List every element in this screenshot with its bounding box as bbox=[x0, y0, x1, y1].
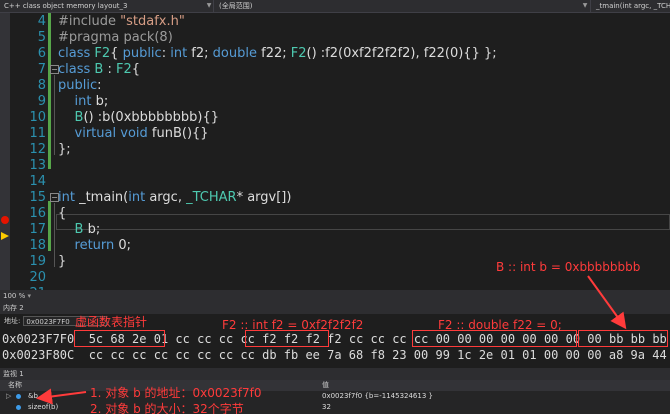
code-line: int b; bbox=[74, 94, 109, 109]
line-number: 8 bbox=[37, 78, 46, 93]
code-line: int _tmain(int argc, _TCHAR* argv[]) bbox=[58, 190, 292, 205]
size-note: 2. 对象 b 的大小：32个字节 bbox=[90, 402, 244, 414]
breakpoint-icon[interactable] bbox=[1, 216, 9, 224]
change-indicator bbox=[48, 13, 51, 169]
watch-name: sizeof(b) bbox=[28, 403, 59, 411]
line-number: 6 bbox=[37, 46, 46, 61]
f22-box bbox=[412, 330, 577, 347]
code-line: B() :b(0xbbbbbbbb){} bbox=[74, 110, 220, 125]
code-line: virtual void funB(){} bbox=[74, 126, 209, 141]
code-line: #pragma pack(8) bbox=[58, 30, 173, 45]
f2-box bbox=[245, 330, 329, 347]
vptr-annotation: 虚函数表指针 bbox=[75, 315, 148, 329]
line-number: 20 bbox=[29, 270, 46, 285]
bytes-padding: cc cc cc cc bbox=[175, 332, 255, 346]
column-header-value[interactable]: 值 bbox=[322, 380, 329, 391]
code-line: class B : F2{ bbox=[58, 62, 141, 77]
code-line: return 0; bbox=[74, 238, 132, 253]
line-number: 12 bbox=[29, 142, 46, 157]
project-name: C++ class object memory layout_3 bbox=[4, 2, 128, 10]
line-number: 17 bbox=[29, 222, 46, 237]
memory-row: 0x0023F80C cc cc cc cc cc cc cc cc db fb… bbox=[2, 348, 670, 362]
row-address: 0x0023F7F0 bbox=[2, 332, 75, 346]
watch-name: &b bbox=[28, 392, 38, 400]
line-number: 9 bbox=[37, 94, 46, 109]
address-note: 1. 对象 b 的地址：0x0023f7f0 bbox=[90, 386, 262, 400]
chevron-down-icon[interactable]: ▼ bbox=[204, 0, 214, 12]
f2-annotation: F2 :: int f2 = 0xf2f2f2f2 bbox=[222, 318, 364, 332]
current-line-highlight bbox=[56, 214, 670, 230]
code-line: class F2{ public: int f2; double f22; F2… bbox=[58, 46, 497, 61]
project-dropdown[interactable]: C++ class object memory layout_3 bbox=[0, 0, 214, 12]
column-header-name[interactable]: 名称 bbox=[8, 380, 22, 391]
expand-icon[interactable]: ▷ bbox=[6, 391, 11, 402]
function-dropdown[interactable]: _tmain(int argc, _TCH bbox=[592, 0, 670, 12]
watch-value: 0x0023f7f0 {b=-1145324613 } bbox=[322, 392, 433, 400]
chevron-down-icon[interactable]: ▼ bbox=[580, 0, 590, 12]
row-address: 0x0023F80C bbox=[2, 348, 75, 362]
fold-guide bbox=[54, 203, 55, 267]
line-number: 18 bbox=[29, 238, 46, 253]
code-editor[interactable]: 4 5 6 7 8 9 10 11 12 13 14 15 16 17 18 1… bbox=[0, 13, 670, 290]
scope-dropdown[interactable]: (全局范围) bbox=[215, 0, 591, 12]
chevron-down-icon[interactable]: ▾ bbox=[27, 292, 31, 300]
line-number: 11 bbox=[29, 126, 46, 141]
zoom-level[interactable]: 100 % bbox=[3, 292, 25, 300]
line-number: 15 bbox=[29, 190, 46, 205]
code-line: #include "stdafx.h" bbox=[58, 14, 185, 29]
line-number: 4 bbox=[37, 14, 46, 29]
line-number: 5 bbox=[37, 30, 46, 45]
watch-value: 32 bbox=[322, 403, 331, 411]
line-number: 14 bbox=[29, 174, 46, 189]
vptr-box bbox=[74, 330, 165, 347]
code-line: public: bbox=[58, 78, 102, 93]
variable-icon bbox=[16, 405, 21, 410]
scope-name: (全局范围) bbox=[219, 2, 253, 10]
navigation-bar: C++ class object memory layout_3 ▼ (全局范围… bbox=[0, 0, 670, 13]
b-annotation: B :: int b = 0xbbbbbbbb bbox=[496, 260, 641, 274]
instruction-pointer-icon bbox=[1, 232, 9, 240]
f22-annotation: F2 :: double f22 = 0; bbox=[438, 318, 562, 332]
code-line: { bbox=[58, 206, 67, 221]
glyph-margin[interactable] bbox=[0, 13, 10, 290]
line-number: 19 bbox=[29, 254, 46, 269]
code-line: }; bbox=[58, 142, 71, 157]
address-label: 地址: bbox=[4, 317, 21, 325]
row-bytes: cc cc cc cc cc cc cc cc db fb ee 7a 68 f… bbox=[88, 348, 670, 362]
code-line: B b; bbox=[74, 222, 101, 237]
line-number: 7 bbox=[37, 62, 46, 77]
function-name: _tmain(int argc, _TCH bbox=[596, 2, 670, 10]
fold-guide bbox=[54, 75, 55, 155]
line-number: 16 bbox=[29, 206, 46, 221]
line-number: 13 bbox=[29, 158, 46, 173]
line-number: 10 bbox=[29, 110, 46, 125]
watch-title: 监视 1 bbox=[0, 368, 670, 380]
variable-icon bbox=[16, 394, 21, 399]
zoom-bar: 100 % ▾ bbox=[0, 290, 670, 302]
code-line: } bbox=[58, 254, 67, 269]
b-box bbox=[578, 330, 668, 347]
change-indicator bbox=[48, 201, 51, 251]
